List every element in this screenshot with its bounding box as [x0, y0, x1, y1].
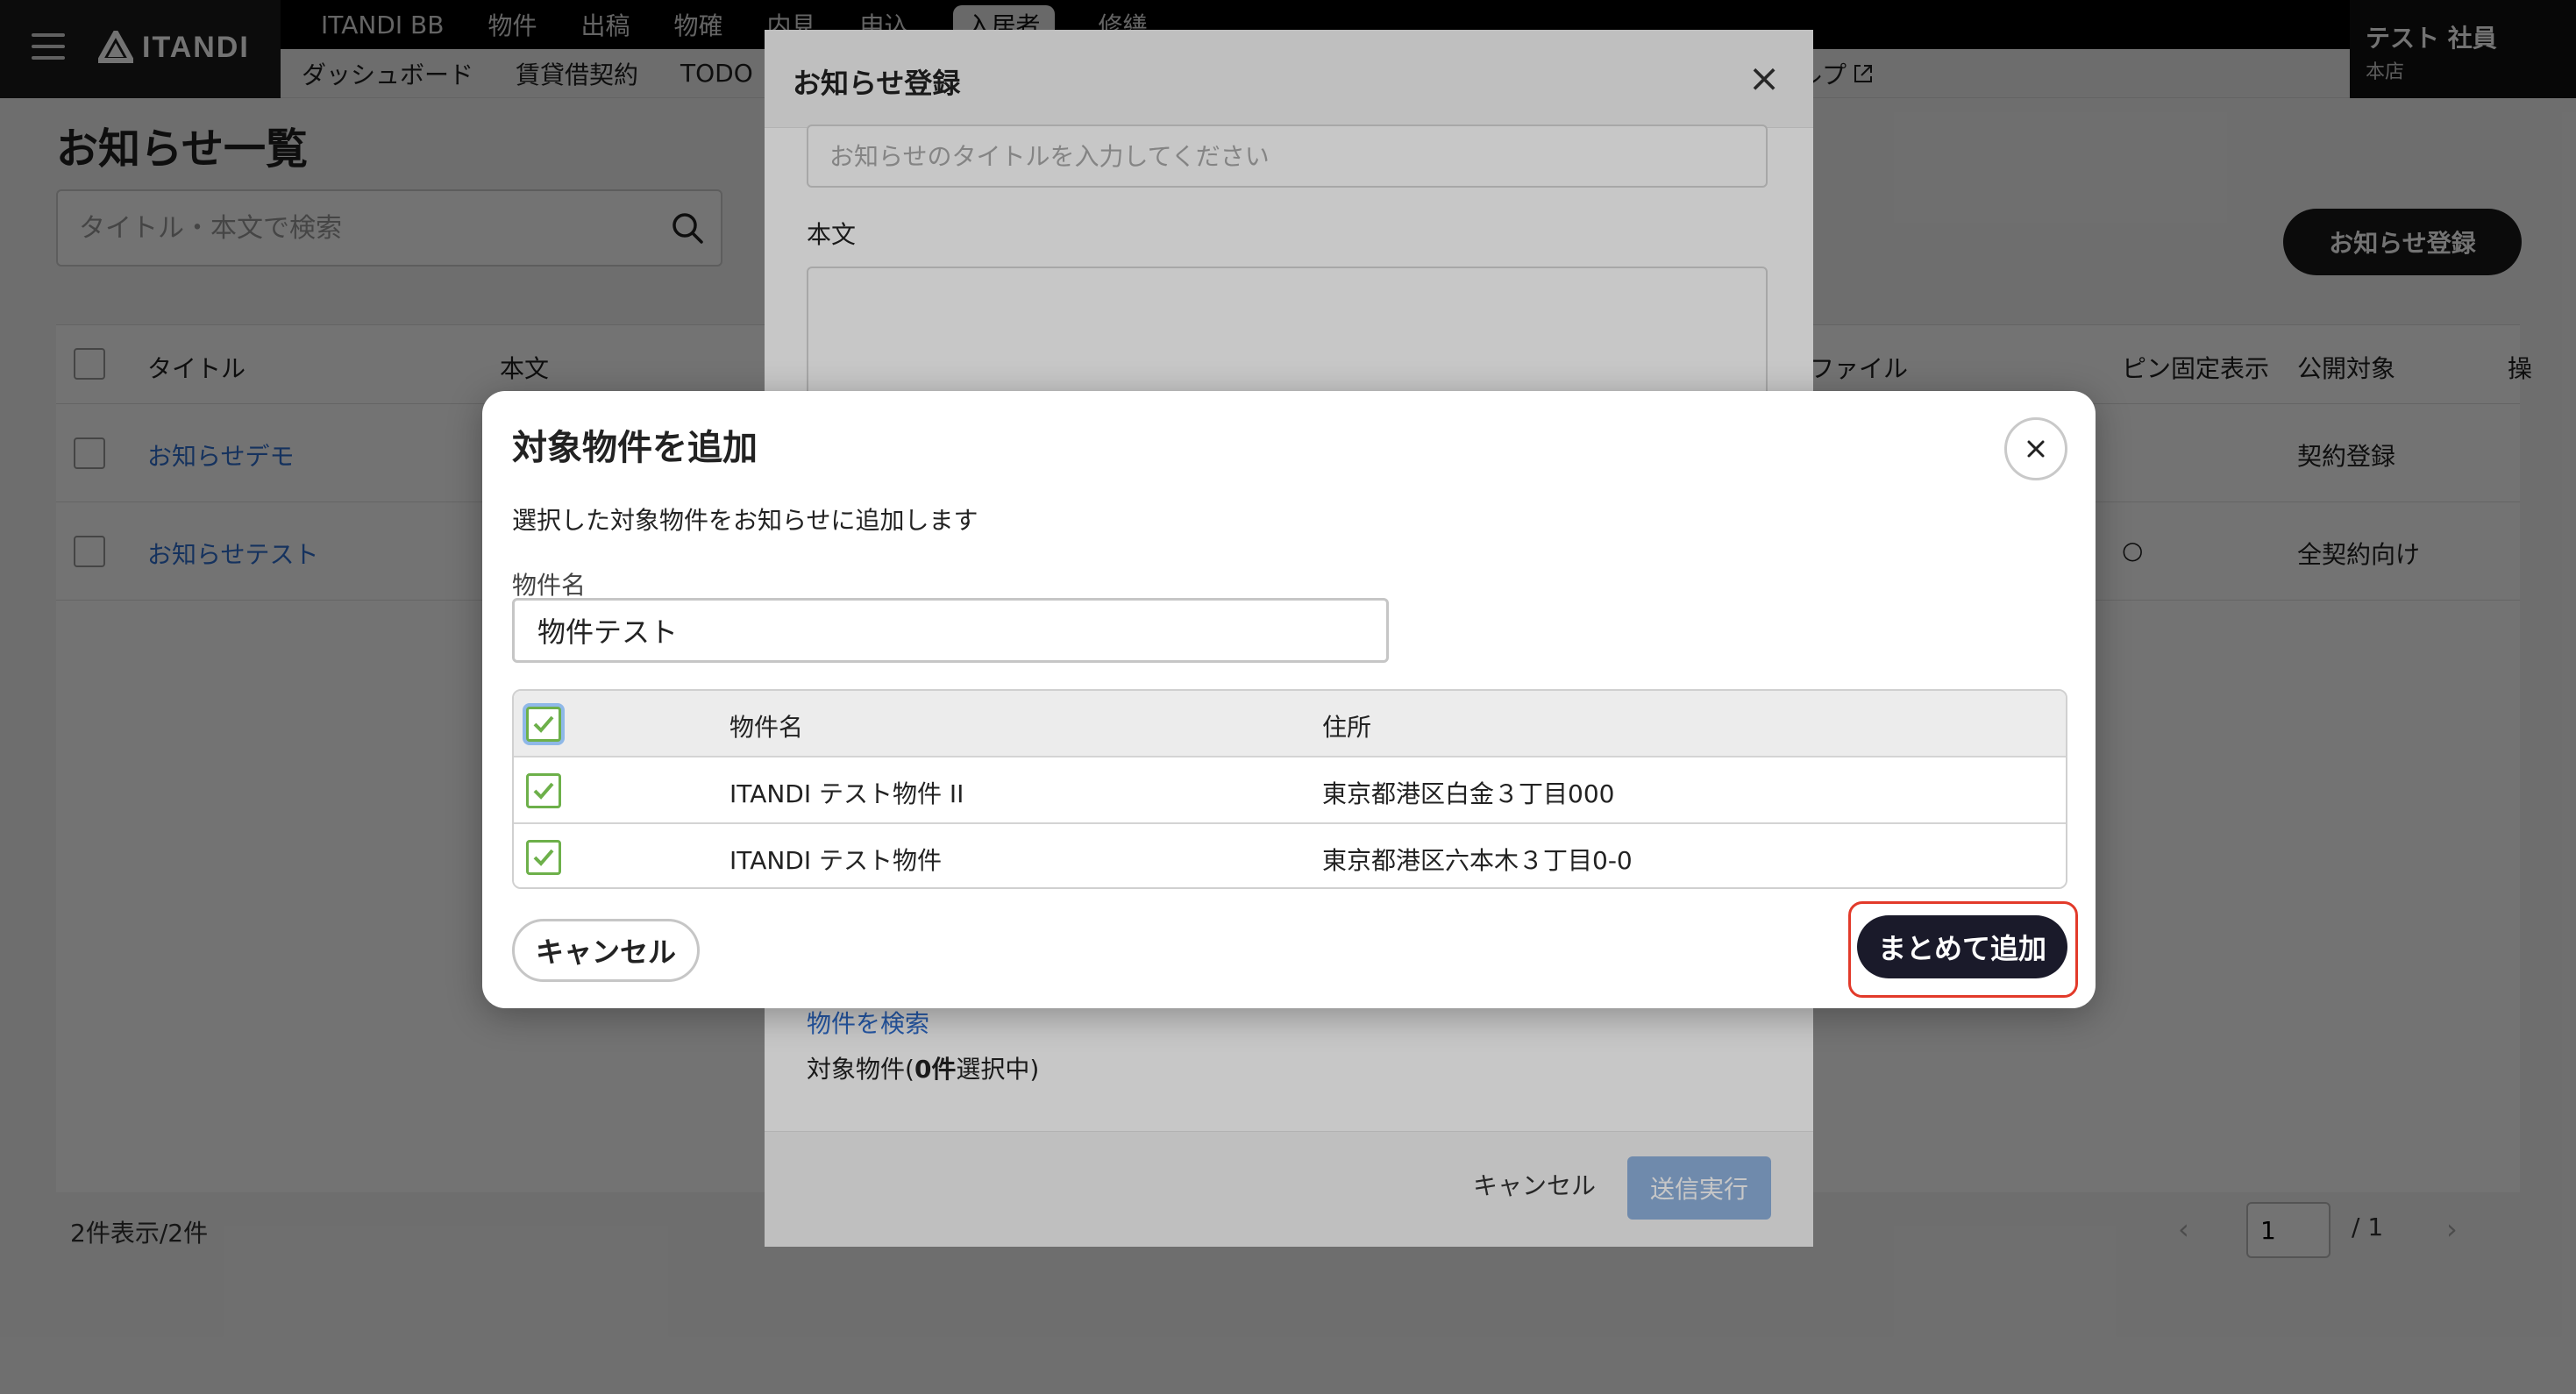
- close-button[interactable]: [2004, 417, 2067, 480]
- dialog-description: 選択した対象物件をお知らせに追加します: [512, 506, 978, 535]
- property-table-header: 物件名 住所: [514, 691, 2066, 757]
- row-address: 東京都港区六本木３丁目0-0: [1322, 846, 1633, 875]
- checkmark-icon: [533, 715, 554, 733]
- property-name-input[interactable]: [512, 598, 1389, 663]
- column-property-name: 物件名: [729, 713, 804, 742]
- checkmark-icon: [533, 782, 554, 800]
- table-row[interactable]: ITANDI テスト物件 東京都港区六本木３丁目0-0: [514, 824, 2066, 887]
- select-all-checkbox[interactable]: [526, 707, 561, 742]
- row-property-name: ITANDI テスト物件 II: [729, 779, 964, 808]
- column-address: 住所: [1322, 713, 1372, 742]
- close-icon: [2027, 440, 2045, 458]
- add-property-dialog: 対象物件を追加 選択した対象物件をお知らせに追加します 物件名 物件名 住所 I…: [482, 391, 2096, 1008]
- add-all-button[interactable]: まとめて追加: [1857, 915, 2067, 978]
- property-name-label: 物件名: [512, 571, 587, 600]
- row-property-name: ITANDI テスト物件: [729, 846, 943, 875]
- cancel-button[interactable]: キャンセル: [512, 919, 700, 982]
- dialog-title: 対象物件を追加: [512, 428, 758, 468]
- row-checkbox[interactable]: [526, 773, 561, 808]
- row-checkbox[interactable]: [526, 840, 561, 875]
- property-table: 物件名 住所 ITANDI テスト物件 II 東京都港区白金３丁目000 ITA…: [512, 689, 2067, 889]
- table-row[interactable]: ITANDI テスト物件 II 東京都港区白金３丁目000: [514, 757, 2066, 824]
- checkmark-icon: [533, 849, 554, 866]
- row-address: 東京都港区白金３丁目000: [1322, 779, 1615, 808]
